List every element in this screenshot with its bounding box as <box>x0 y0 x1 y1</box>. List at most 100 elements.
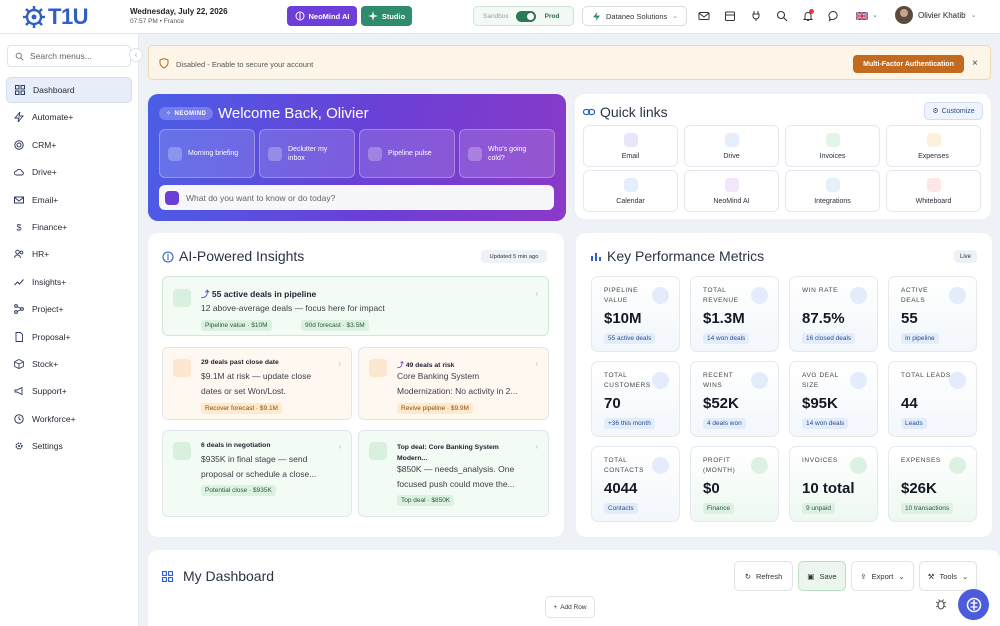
company-name: Dataneo Solutions <box>606 11 668 21</box>
insight-title: Top deal: Core Banking System Modern... <box>397 442 499 464</box>
insight-card-at-risk[interactable]: ⤴ 49 deals at risk Core Banking System Mo… <box>358 347 549 420</box>
kpi-card[interactable]: Win Rate 87.5% 16 closed deals <box>789 276 878 352</box>
quick-link-integrations[interactable]: Integrations <box>785 170 880 212</box>
sidebar-item-proposal[interactable]: Proposal+ <box>6 324 132 350</box>
quick-link-calendar[interactable]: Calendar <box>583 170 678 212</box>
kpi-panel: Key Performance Metrics Live Pipeline Va… <box>576 233 992 537</box>
kpi-card[interactable]: Total Contacts 4044 Contacts <box>591 446 680 522</box>
sidebar-item-workforce[interactable]: Workforce+ <box>6 406 132 432</box>
quick-link-invoices[interactable]: Invoices <box>785 125 880 167</box>
search-icon[interactable] <box>776 10 788 22</box>
sidebar-item-automate[interactable]: Automate+ <box>6 104 132 130</box>
studio-button[interactable]: Studio <box>361 6 412 26</box>
env-sandbox-label: Sandbox <box>483 12 509 20</box>
bug-icon[interactable] <box>935 598 947 610</box>
suggestion-declutter-inbox[interactable]: Declutter my inbox <box>259 129 355 178</box>
kpi-card[interactable]: Expenses $26K 10 transactions <box>888 446 977 522</box>
environment-toggle[interactable]: Sandbox Prod <box>473 6 574 26</box>
refresh-icon: ↻ <box>744 571 752 581</box>
quick-link-label: Drive <box>723 152 740 160</box>
current-date: Wednesday, July 22, 2026 <box>130 7 228 16</box>
mail-icon[interactable] <box>698 10 710 22</box>
insight-body: $9.1M at risk — update close dates or set… <box>201 369 311 399</box>
sidebar-item-finance[interactable]: $ Finance+ <box>6 214 132 240</box>
quick-link-whiteboard[interactable]: Whiteboard <box>886 170 981 212</box>
uk-flag-icon[interactable] <box>856 12 868 20</box>
quick-link-drive[interactable]: Drive <box>684 125 779 167</box>
neomind-assistant-button[interactable] <box>958 589 989 620</box>
chevron-right-icon: › <box>535 359 538 368</box>
plug-icon <box>825 177 840 192</box>
sidebar-item-support[interactable]: Support+ <box>6 378 132 404</box>
kpi-card[interactable]: Avg Deal Size $95K 14 won deals <box>789 361 878 437</box>
quick-link-expenses[interactable]: Expenses <box>886 125 981 167</box>
kpi-card[interactable]: Pipeline Value $10M 55 active deals <box>591 276 680 352</box>
quick-link-neomind[interactable]: NeoMind AI <box>684 170 779 212</box>
sparkle-icon: ✧ <box>166 111 172 117</box>
kpi-subtext: 4 deals won <box>703 418 746 429</box>
sidebar-item-label: Email+ <box>32 194 59 205</box>
insight-card-top-deal[interactable]: Top deal: Core Banking System Modern... $… <box>358 430 549 517</box>
kpi-label: Invoices <box>802 457 838 464</box>
svg-text:$: $ <box>16 222 21 232</box>
user-menu[interactable]: Olivier Khatib ⌄ <box>895 6 976 24</box>
kpi-icon <box>652 457 669 474</box>
sidebar-item-project[interactable]: Project+ <box>6 296 132 322</box>
kpi-card[interactable]: Profit (Month) $0 Finance <box>690 446 779 522</box>
sidebar-item-crm[interactable]: CRM+ <box>6 132 132 158</box>
suggestion-morning-briefing[interactable]: Morning briefing <box>159 129 255 178</box>
kpi-card[interactable]: Total Customers 70 +36 this month <box>591 361 680 437</box>
kpi-card[interactable]: Total Leads 44 Leads <box>888 361 977 437</box>
kpi-label: Pipeline Value <box>604 287 639 304</box>
save-button[interactable]: ▣ Save <box>798 561 846 591</box>
kpi-card[interactable]: Invoices 10 total 9 unpaid <box>789 446 878 522</box>
sidebar-item-drive[interactable]: Drive+ <box>6 159 132 185</box>
kpi-card[interactable]: Recent Wins $52K 4 deals won <box>690 361 779 437</box>
language-chevron-icon[interactable]: ⌄ <box>872 11 878 19</box>
insight-tag: Pipeline value · $10M <box>201 320 272 331</box>
close-icon[interactable]: × <box>972 58 978 69</box>
refresh-button[interactable]: ↻ Refresh <box>734 561 793 591</box>
sparkle-icon <box>367 11 378 21</box>
insight-card-pipeline[interactable]: ⤴ 55 active deals in pipeline 12 above-a… <box>162 276 549 336</box>
export-button[interactable]: ⇪ Export ⌄ <box>851 561 914 591</box>
sidebar-item-settings[interactable]: Settings <box>6 433 132 459</box>
suggestion-going-cold[interactable]: Who's going cold? <box>459 129 555 178</box>
sidebar-item-hr[interactable]: HR+ <box>6 241 132 267</box>
my-dashboard-title: My Dashboard <box>183 568 275 584</box>
calendar-icon[interactable] <box>724 10 736 22</box>
chat-icon[interactable] <box>828 10 840 22</box>
neomind-ai-button[interactable]: NeoMind AI <box>287 6 357 26</box>
sidebar-item-dashboard[interactable]: Dashboard <box>6 77 132 103</box>
insight-title-text: 49 deals at risk <box>405 362 455 369</box>
sidebar-item-insights[interactable]: Insights+ <box>6 269 132 295</box>
live-badge: Live <box>954 250 977 263</box>
sidebar-item-email[interactable]: Email+ <box>6 187 132 213</box>
add-row-button[interactable]: + Add Row <box>545 596 595 618</box>
ai-prompt-input[interactable]: What do you want to know or do today? <box>159 185 554 210</box>
refresh-label: Refresh <box>756 571 783 581</box>
sidebar-item-stock[interactable]: Stock+ <box>6 351 132 377</box>
sidebar-search[interactable]: Search menus... <box>7 45 131 67</box>
quick-link-email[interactable]: Email <box>583 125 678 167</box>
kpi-card[interactable]: Active Deals 55 In pipeline <box>888 276 977 352</box>
ai-insights-panel: AI-Powered Insights Updated 5 min ago ⤴ … <box>148 233 564 537</box>
app-logo[interactable]: T1U <box>22 4 89 30</box>
tools-button[interactable]: ⚒ Tools ⌄ <box>919 561 977 591</box>
kpi-label: Active Deals <box>901 287 929 304</box>
insight-card-negotiation[interactable]: 6 deals in negotiation $935K in final st… <box>162 430 352 517</box>
sidebar-search-input[interactable]: Search menus... <box>30 51 92 61</box>
my-dashboard-panel: My Dashboard ↻ Refresh ▣ Save ⇪ Export ⌄ ⚒ To… <box>148 550 1000 626</box>
customize-button[interactable]: ⚙ Customize <box>924 102 983 120</box>
suggestion-pipeline-pulse[interactable]: Pipeline pulse <box>359 129 455 178</box>
brain-icon <box>724 177 739 192</box>
sidebar-collapse-button[interactable]: ‹ <box>129 48 143 62</box>
insight-card-past-close[interactable]: 29 deals past close date $9.1M at risk —… <box>162 347 352 420</box>
kpi-value: 87.5% <box>802 310 845 327</box>
plug-icon[interactable] <box>750 10 762 22</box>
kpi-card[interactable]: Total Revenue $1.3M 14 won deals <box>690 276 779 352</box>
mfa-button[interactable]: Multi-Factor Authentication <box>853 55 964 73</box>
env-toggle-switch[interactable] <box>515 10 536 22</box>
company-selector[interactable]: Dataneo Solutions ⌄ <box>582 6 687 26</box>
chevron-right-icon: › <box>338 359 341 368</box>
